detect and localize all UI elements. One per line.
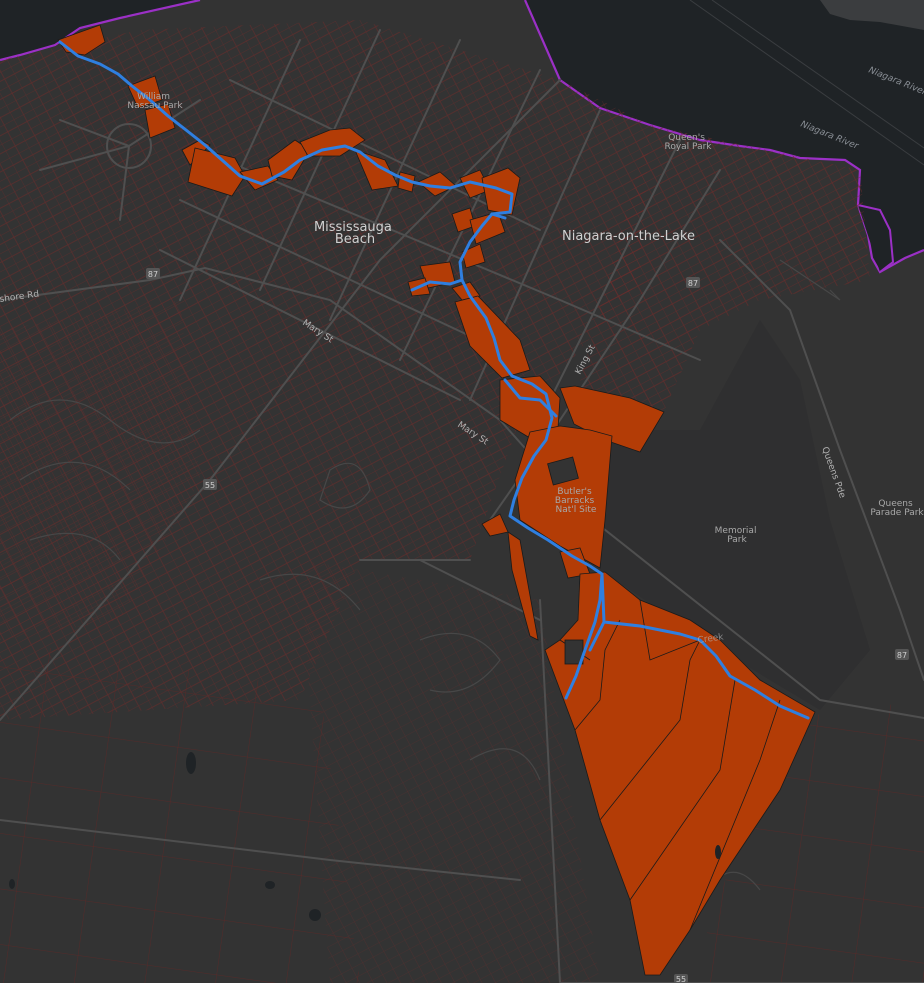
label-neighbourhood-line2: Beach [335,232,375,247]
label-town: Niagara-on-the-Lake [562,229,695,244]
svg-text:87: 87 [688,279,698,288]
svg-text:87: 87 [148,270,158,279]
label-butlers-barracks: Butler's Barracks Nat'l Site [555,487,597,515]
svg-text:55: 55 [205,481,215,490]
route-shield: 87 [686,277,700,288]
route-shield: 55 [203,479,217,490]
map-canvas: 87 87 55 87 55 Niagara-on-the-Lake Missi… [0,0,924,983]
label-park-queens-royal: Queen's Royal Park [664,133,712,152]
svg-text:87: 87 [897,651,907,660]
route-shield: 87 [895,649,909,660]
parcel-fabric-farm [0,640,360,983]
route-shield: 55 [674,974,688,983]
route-shield: 87 [146,268,160,279]
map-view[interactable]: 87 87 55 87 55 Niagara-on-the-Lake Missi… [0,0,924,983]
svg-text:55: 55 [676,975,686,983]
